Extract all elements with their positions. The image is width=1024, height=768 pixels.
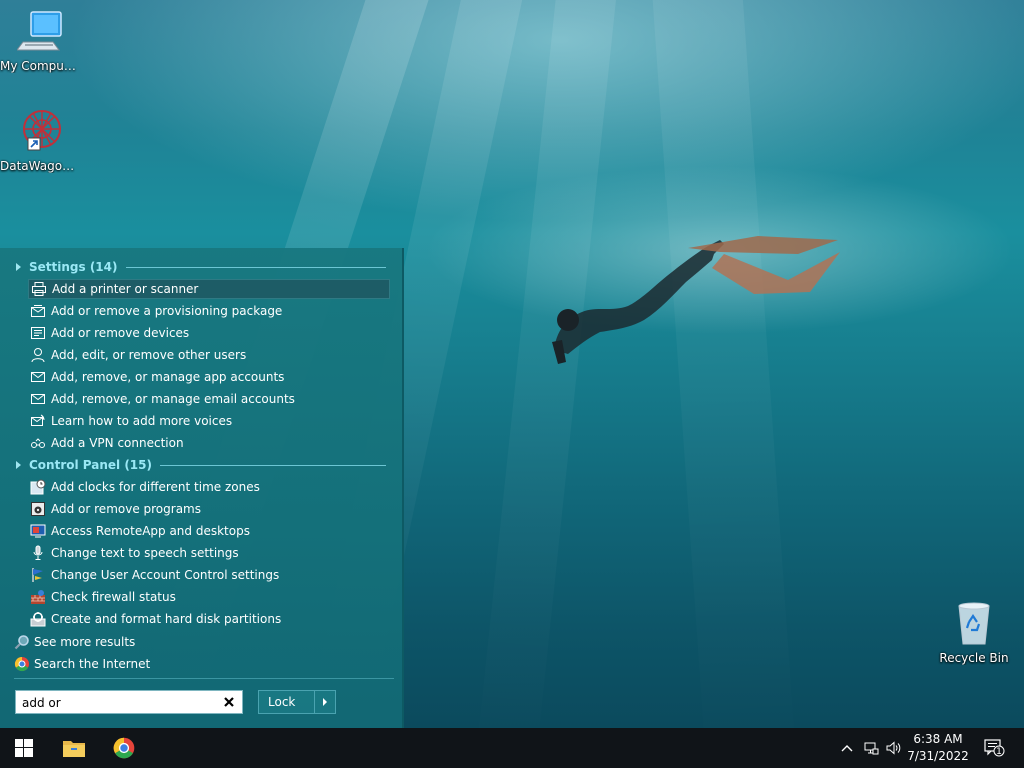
result-remoteapp[interactable]: Access RemoteApp and desktops	[28, 521, 390, 541]
result-label: Change User Account Control settings	[51, 568, 280, 582]
search-internet-label: Search the Internet	[34, 657, 151, 671]
windows-logo-icon	[15, 739, 33, 757]
see-more-results-link[interactable]: See more results	[14, 632, 135, 652]
start-button[interactable]	[0, 728, 48, 768]
result-label: Check firewall status	[51, 590, 176, 604]
desktop-icon-label: Recycle Bin	[939, 651, 1009, 665]
network-icon[interactable]	[863, 740, 879, 756]
recycle-bin-icon	[958, 602, 990, 645]
result-provisioning-package[interactable]: Add or remove a provisioning package	[28, 301, 390, 321]
disk-management-icon	[30, 611, 46, 627]
remote-desktop-icon	[30, 523, 46, 539]
person-icon	[30, 347, 46, 363]
result-label: Add or remove devices	[51, 326, 190, 340]
result-text-to-speech[interactable]: Change text to speech settings	[28, 543, 390, 563]
result-label: Add or remove a provisioning package	[51, 304, 283, 318]
volume-icon[interactable]	[886, 740, 902, 756]
lock-button-group: Lock	[258, 690, 336, 714]
result-time-zone-clocks[interactable]: Add clocks for different time zones	[28, 477, 390, 497]
result-label: Add, edit, or remove other users	[51, 348, 247, 362]
taskbar-clock[interactable]: 6:38 AM 7/31/2022	[906, 731, 970, 765]
result-email-accounts[interactable]: Add, remove, or manage email accounts	[28, 389, 390, 409]
group-header-label: Settings (14)	[29, 260, 118, 274]
result-label: Add, remove, or manage app accounts	[51, 370, 285, 384]
result-disk-partitions[interactable]: Create and format hard disk partitions	[28, 609, 390, 629]
desktop-icon-recycle-bin[interactable]: Recycle Bin	[934, 600, 1014, 665]
search-input[interactable]	[20, 692, 214, 714]
result-app-accounts[interactable]: Add, remove, or manage app accounts	[28, 367, 390, 387]
clear-search-icon[interactable]	[222, 695, 236, 709]
computer-icon	[16, 11, 62, 51]
desktop-icon-datawagon[interactable]: DataWagon...	[0, 108, 80, 173]
result-user-account-control[interactable]: Change User Account Control settings	[28, 565, 390, 585]
power-options-button[interactable]	[314, 691, 335, 713]
chrome-icon	[113, 737, 135, 759]
file-explorer-button[interactable]	[50, 728, 98, 768]
divider	[14, 678, 394, 679]
expand-arrow-icon	[16, 461, 21, 469]
see-more-label: See more results	[34, 635, 136, 649]
taskbar: 1	[0, 728, 1024, 768]
chevron-right-icon	[323, 698, 327, 706]
desktop-icon-label: DataWagon...	[0, 159, 80, 173]
datawagon-logo-icon	[23, 110, 61, 151]
diver-wallpaper-figure	[552, 236, 840, 364]
notification-count-badge: 1	[996, 747, 1002, 757]
result-label: Add clocks for different time zones	[51, 480, 260, 494]
chevron-up-icon	[841, 745, 853, 752]
devices-icon	[30, 325, 46, 341]
result-add-printer[interactable]: Add a printer or scanner	[28, 279, 390, 299]
result-label: Add a VPN connection	[51, 436, 184, 450]
show-hidden-icons-button[interactable]	[839, 740, 855, 756]
settings-group-header[interactable]: Settings (14)	[16, 258, 386, 276]
search-internet-link[interactable]: Search the Internet	[14, 654, 150, 674]
printer-icon	[31, 281, 47, 297]
clock-time: 6:38 AM	[913, 732, 963, 746]
voice-icon	[30, 413, 46, 429]
chrome-icon	[14, 656, 30, 672]
result-other-users[interactable]: Add, edit, or remove other users	[28, 345, 390, 365]
result-vpn-connection[interactable]: Add a VPN connection	[28, 433, 390, 453]
result-more-voices[interactable]: Learn how to add more voices	[28, 411, 390, 431]
result-add-remove-devices[interactable]: Add or remove devices	[28, 323, 390, 343]
result-label: Create and format hard disk partitions	[51, 612, 282, 626]
result-label: Add a printer or scanner	[52, 282, 199, 296]
result-label: Access RemoteApp and desktops	[51, 524, 250, 538]
clock-icon	[30, 479, 46, 495]
folder-icon	[63, 741, 85, 757]
group-header-label: Control Panel (15)	[29, 458, 152, 472]
result-firewall-status[interactable]: Check firewall status	[28, 587, 390, 607]
result-add-remove-programs[interactable]: Add or remove programs	[28, 499, 390, 519]
magnifier-icon	[14, 634, 30, 650]
divider	[160, 465, 386, 466]
vpn-icon	[30, 435, 46, 451]
flag-icon	[30, 567, 46, 583]
mail-icon	[30, 391, 46, 407]
mail-icon	[30, 369, 46, 385]
lock-button[interactable]: Lock	[259, 691, 314, 713]
divider	[125, 267, 386, 268]
result-label: Add or remove programs	[51, 502, 201, 516]
programs-icon	[30, 501, 46, 517]
firewall-icon	[30, 589, 46, 605]
expand-arrow-icon	[16, 263, 21, 271]
desktop-icon-label: My Computer	[0, 59, 80, 73]
result-label: Change text to speech settings	[51, 546, 239, 560]
result-label: Learn how to add more voices	[51, 414, 233, 428]
microphone-icon	[30, 545, 46, 561]
result-label: Add, remove, or manage email accounts	[51, 392, 295, 406]
action-center-button[interactable]: 1	[983, 739, 1007, 757]
chrome-taskbar-button[interactable]	[100, 728, 148, 768]
clock-date: 7/31/2022	[907, 749, 969, 763]
desktop-icon-my-computer[interactable]: My Computer	[0, 8, 80, 73]
control-panel-group-header[interactable]: Control Panel (15)	[16, 456, 386, 474]
package-icon	[30, 303, 46, 319]
search-box[interactable]	[15, 690, 243, 714]
